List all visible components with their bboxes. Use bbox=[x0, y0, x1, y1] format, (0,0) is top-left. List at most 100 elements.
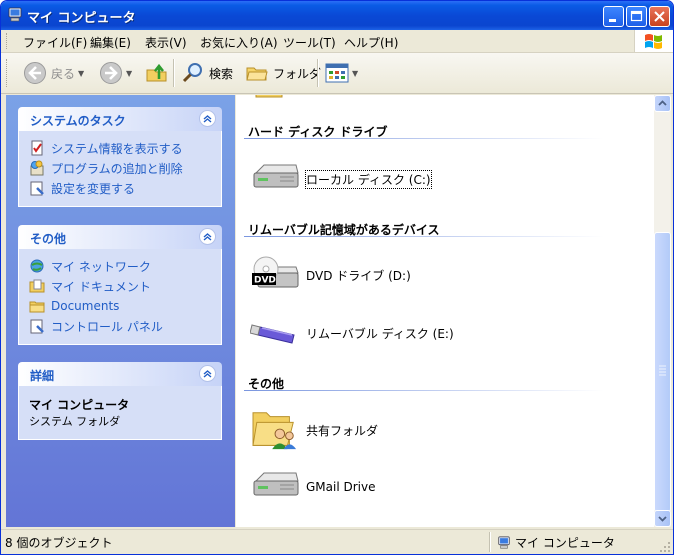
chevron-up-icon bbox=[203, 115, 212, 123]
back-dropdown-icon[interactable]: ▼ bbox=[78, 69, 84, 78]
views-button[interactable]: ▼ bbox=[325, 57, 358, 89]
other-places-header[interactable]: その他 bbox=[18, 225, 222, 249]
place-label: コントロール パネル bbox=[51, 319, 163, 334]
group-divider bbox=[244, 236, 604, 237]
group-divider bbox=[244, 138, 604, 139]
toolbar: 戻る ▼ ▼ 検索 フォルダ ▼ bbox=[1, 53, 673, 94]
vertical-scrollbar[interactable] bbox=[654, 95, 671, 527]
place-documents[interactable]: Documents bbox=[29, 296, 211, 316]
status-location-label: マイ コンピュータ bbox=[515, 536, 615, 550]
resize-grip-icon[interactable] bbox=[659, 541, 671, 553]
search-icon bbox=[182, 63, 202, 83]
scroll-thumb[interactable] bbox=[654, 232, 671, 512]
views-dropdown-icon[interactable]: ▼ bbox=[352, 69, 358, 78]
place-label: マイ ドキュメント bbox=[51, 279, 151, 294]
toolbar-separator bbox=[317, 59, 319, 87]
back-arrow-icon bbox=[24, 62, 46, 84]
search-label: 検索 bbox=[209, 66, 234, 81]
window: マイ コンピュータ ファイル(F) 編集(E) 表示(V) お気に入り(A) ツ… bbox=[0, 0, 674, 555]
search-button[interactable]: 検索 bbox=[181, 57, 233, 89]
collapse-button[interactable] bbox=[199, 228, 216, 245]
chevron-up-icon bbox=[203, 233, 212, 241]
content-pane[interactable]: ハード ディスク ドライブ ローカル ディスク (C:) リムーバブル記憶域があ… bbox=[236, 95, 654, 527]
folder-icon bbox=[29, 301, 45, 313]
windows-logo bbox=[634, 30, 673, 52]
window-title: マイ コンピュータ bbox=[27, 11, 136, 26]
item-label: DVD ドライブ (D:) bbox=[306, 268, 411, 283]
item-label: GMail Drive bbox=[306, 480, 376, 494]
folder-icon bbox=[255, 95, 283, 98]
folders-button[interactable]: フォルダ bbox=[245, 57, 321, 89]
chevron-down-icon bbox=[658, 516, 667, 522]
up-folder-button[interactable] bbox=[145, 57, 169, 89]
windows-flag-icon bbox=[645, 34, 662, 49]
scroll-up-button[interactable] bbox=[654, 95, 671, 112]
network-icon bbox=[30, 259, 44, 273]
place-my-documents[interactable]: マイ ドキュメント bbox=[29, 276, 211, 296]
system-tasks-body: システム情報を表示する プログラムの追加と削除 設定を変更する bbox=[18, 131, 222, 207]
item-removable-disk-e[interactable]: リムーバブル ディスク (E:) bbox=[250, 313, 454, 353]
task-add-remove-programs[interactable]: プログラムの追加と削除 bbox=[29, 158, 211, 178]
views-icon bbox=[325, 63, 349, 83]
scroll-down-button[interactable] bbox=[654, 510, 671, 527]
documents-folder-icon bbox=[29, 279, 45, 293]
place-label: マイ ネットワーク bbox=[51, 259, 151, 274]
back-label: 戻る bbox=[51, 66, 76, 81]
title-bar[interactable]: マイ コンピュータ bbox=[1, 1, 673, 30]
usb-drive-icon bbox=[250, 324, 295, 344]
maximize-button[interactable] bbox=[626, 6, 647, 27]
menu-tools[interactable]: ツール(T) bbox=[283, 34, 336, 51]
status-bar: 8 個のオブジェクト マイ コンピュータ bbox=[1, 529, 673, 554]
system-info-icon bbox=[31, 140, 43, 156]
chevron-up-icon bbox=[203, 370, 212, 378]
place-control-panel[interactable]: コントロール パネル bbox=[29, 316, 211, 336]
up-folder-icon bbox=[146, 63, 167, 82]
minimize-button[interactable] bbox=[603, 6, 624, 27]
item-dvd-drive-d[interactable]: DVD DVD ドライブ (D:) bbox=[250, 255, 411, 295]
details-title: 詳細 bbox=[30, 369, 55, 383]
hard-drive-icon bbox=[253, 472, 299, 496]
place-my-network[interactable]: マイ ネットワーク bbox=[29, 256, 211, 276]
task-change-settings[interactable]: 設定を変更する bbox=[29, 178, 211, 198]
menu-edit[interactable]: 編集(E) bbox=[90, 34, 131, 51]
task-label: システム情報を表示する bbox=[51, 141, 183, 156]
close-icon bbox=[654, 11, 665, 22]
details-type: システム フォルダ bbox=[29, 415, 121, 428]
details-name: マイ コンピュータ bbox=[29, 398, 130, 412]
item-label: ローカル ディスク (C:) bbox=[305, 169, 432, 189]
back-button[interactable]: 戻る ▼ bbox=[23, 57, 84, 89]
forward-button[interactable]: ▼ bbox=[99, 57, 132, 89]
item-local-disk-c[interactable]: ローカル ディスク (C:) bbox=[250, 159, 432, 199]
collapse-button[interactable] bbox=[199, 110, 216, 127]
details-panel: 詳細 マイ コンピュータ システム フォルダ bbox=[18, 362, 222, 440]
forward-arrow-icon bbox=[100, 62, 122, 84]
details-header[interactable]: 詳細 bbox=[18, 362, 222, 386]
menu-help[interactable]: ヘルプ(H) bbox=[344, 34, 398, 51]
hard-drive-icon bbox=[253, 164, 299, 188]
menu-bar: ファイル(F) 編集(E) 表示(V) お気に入り(A) ツール(T) ヘルプ(… bbox=[1, 30, 673, 53]
item-shared-folder[interactable]: 共有フォルダ bbox=[250, 407, 378, 453]
menu-view[interactable]: 表示(V) bbox=[145, 34, 187, 51]
system-tasks-header[interactable]: システムのタスク bbox=[18, 107, 222, 131]
menu-file[interactable]: ファイル(F) bbox=[23, 34, 87, 51]
svg-text:DVD: DVD bbox=[254, 276, 276, 286]
status-divider bbox=[489, 532, 491, 552]
thumb-grip-icon bbox=[659, 365, 666, 376]
details-body: マイ コンピュータ システム フォルダ bbox=[18, 386, 222, 440]
item-label: 共有フォルダ bbox=[306, 423, 379, 438]
add-remove-programs-icon bbox=[30, 160, 44, 176]
place-label: Documents bbox=[51, 299, 120, 313]
status-object-count: 8 個のオブジェクト bbox=[5, 536, 113, 550]
menubar-grip[interactable] bbox=[6, 33, 10, 49]
control-panel-icon bbox=[30, 319, 44, 334]
other-places-body: マイ ネットワーク マイ ドキュメント Documents コントロール パネル bbox=[18, 249, 222, 345]
item-gmail-drive[interactable]: GMail Drive bbox=[250, 467, 375, 507]
folders-label: フォルダ bbox=[273, 66, 322, 81]
toolbar-grip[interactable] bbox=[6, 59, 10, 87]
group-divider bbox=[244, 390, 604, 391]
task-view-system-info[interactable]: システム情報を表示する bbox=[29, 138, 211, 158]
menu-favorites[interactable]: お気に入り(A) bbox=[200, 34, 278, 51]
close-button[interactable] bbox=[649, 6, 670, 27]
forward-dropdown-icon[interactable]: ▼ bbox=[126, 69, 132, 78]
collapse-button[interactable] bbox=[199, 365, 216, 382]
